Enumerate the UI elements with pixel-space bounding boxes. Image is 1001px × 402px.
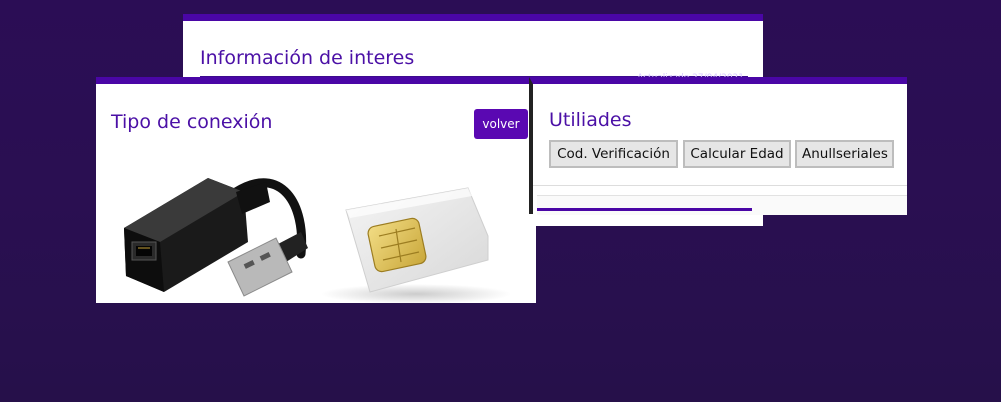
utilities-title: Utiliades [549, 109, 632, 131]
sim-card-icon [321, 187, 511, 304]
calculate-age-button[interactable]: Calcular Edad [683, 140, 791, 168]
cancel-serials-button[interactable]: Anullseriales [795, 140, 894, 168]
utilities-divider [533, 185, 907, 186]
connection-type-panel: Tipo de conexión volver [96, 77, 536, 304]
connection-type-title: Tipo de conexión [111, 111, 273, 133]
lower-card-accent-bar [537, 208, 752, 211]
back-button[interactable]: volver [474, 109, 528, 139]
verification-code-button[interactable]: Cod. Verificación [549, 140, 678, 168]
connection-images [124, 178, 511, 304]
lower-card [537, 195, 907, 215]
info-panel-title: Información de interes [200, 47, 415, 69]
usb-ethernet-adapter-icon [124, 178, 308, 297]
utilities-panel: Utiliades Cod. Verificación Calcular Eda… [529, 77, 907, 215]
